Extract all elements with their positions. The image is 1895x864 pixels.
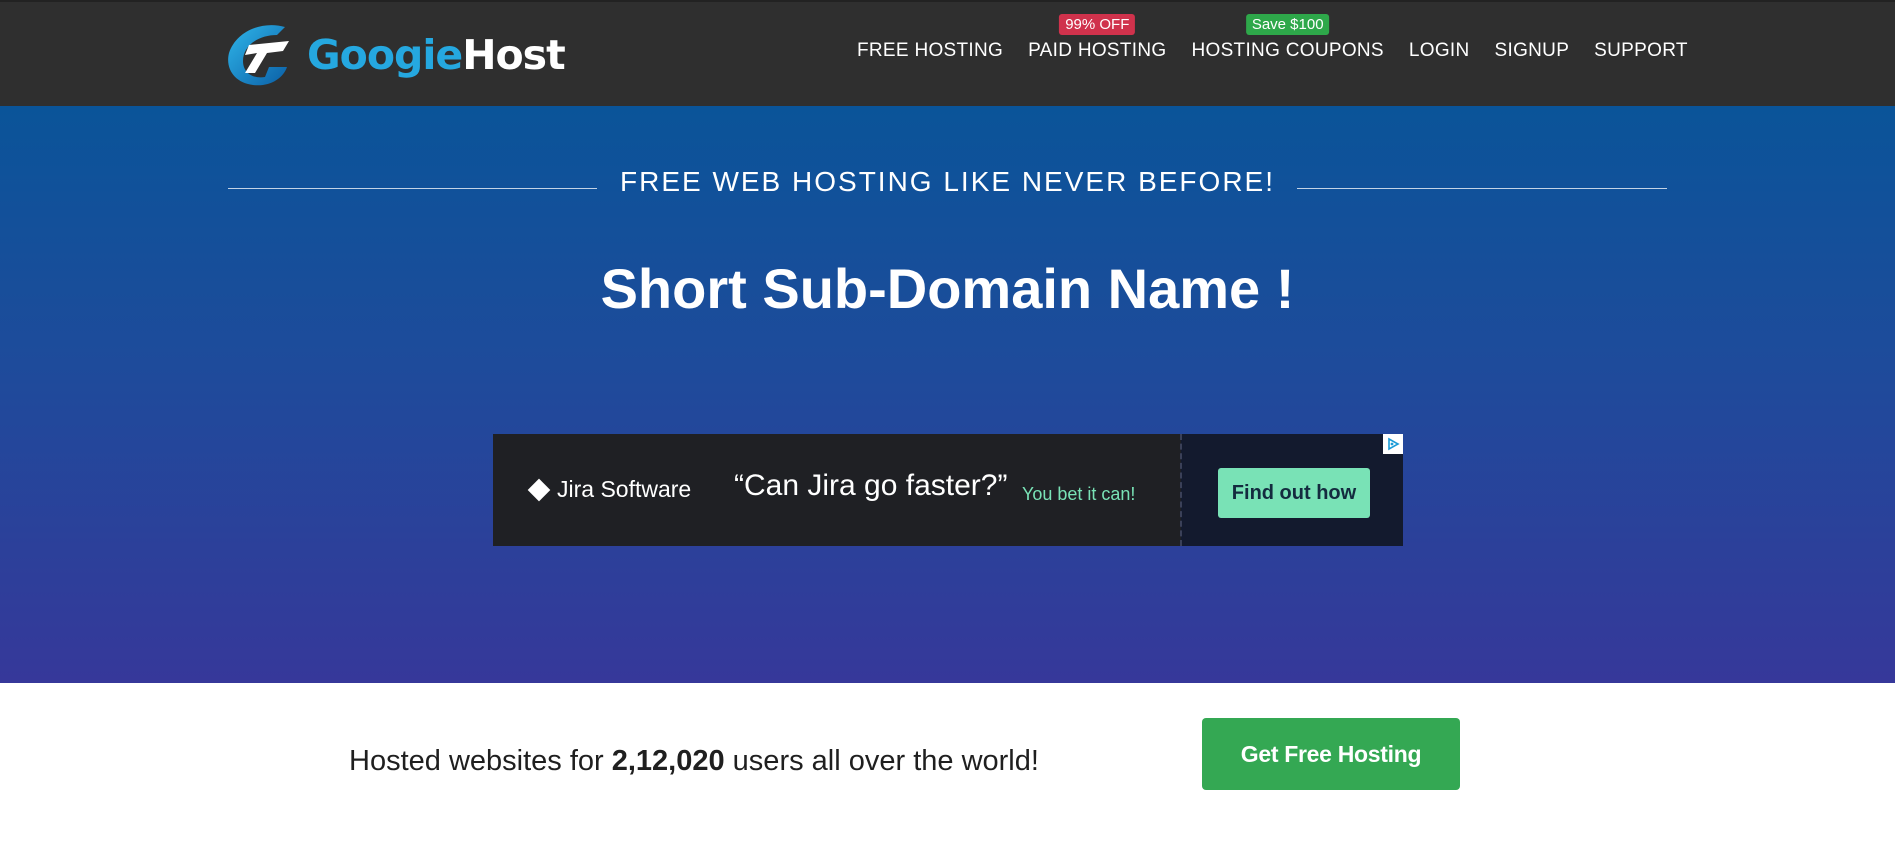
ad-find-out-button[interactable]: Find out how — [1218, 468, 1370, 518]
ad-subtext: You bet it can! — [1022, 484, 1136, 504]
stats-prefix: Hosted websites for — [349, 745, 612, 777]
googiehost-logo-icon — [228, 25, 289, 86]
nav-signup[interactable]: SIGNUP — [1495, 40, 1570, 62]
top-navbar: GoogieHost FREE HOSTING 99% OFF PAID HOS… — [0, 0, 1895, 106]
ad-brand: Jira Software — [527, 476, 692, 503]
googiehost-logo[interactable]: GoogieHost — [225, 20, 566, 90]
savings-badge: Save $100 — [1245, 14, 1330, 35]
hosted-users-statement: Hosted websites for 2,12,020 users all o… — [349, 745, 1039, 778]
nav-hosting-coupons[interactable]: Save $100 HOSTING COUPONS — [1191, 14, 1384, 62]
nav-login[interactable]: LOGIN — [1409, 40, 1470, 62]
nav-paid-hosting-label: PAID HOSTING — [1028, 40, 1167, 61]
discount-badge: 99% OFF — [1059, 14, 1136, 35]
nav-login-label: LOGIN — [1408, 40, 1470, 61]
hero-headline: Short Sub-Domain Name ! — [600, 257, 1295, 320]
nav-support-label: SUPPORT — [1594, 40, 1688, 61]
ad-brand-label: Jira Software — [557, 476, 692, 502]
stats-suffix: users all over the world! — [724, 745, 1039, 777]
ad-quote: “Can Jira go faster?” — [734, 469, 1008, 502]
ad-divider — [1180, 434, 1182, 546]
stats-user-count: 2,12,020 — [611, 745, 725, 777]
hero-tagline: FREE WEB HOSTING LIKE NEVER BEFORE! — [620, 166, 1275, 197]
ad-banner[interactable]: Jira Software “Can Jira go faster?” You … — [493, 434, 1403, 546]
nav-support[interactable]: SUPPORT — [1594, 40, 1688, 62]
jira-logo-icon — [527, 478, 551, 501]
get-free-hosting-button[interactable]: Get Free Hosting — [1202, 718, 1460, 790]
nav-hosting-coupons-label: HOSTING COUPONS — [1191, 40, 1384, 61]
nav-paid-hosting[interactable]: 99% OFF PAID HOSTING — [1028, 14, 1167, 62]
adchoices-icon[interactable] — [1383, 434, 1403, 454]
logo-wordmark: GoogieHost — [307, 30, 566, 79]
nav-free-hosting[interactable]: FREE HOSTING — [857, 40, 1003, 62]
nav-signup-label: SIGNUP — [1494, 40, 1570, 61]
hero-section: FREE WEB HOSTING LIKE NEVER BEFORE! Shor… — [0, 106, 1895, 683]
main-nav: FREE HOSTING 99% OFF PAID HOSTING Save $… — [857, 14, 1688, 62]
nav-free-hosting-label: FREE HOSTING — [857, 40, 1004, 61]
